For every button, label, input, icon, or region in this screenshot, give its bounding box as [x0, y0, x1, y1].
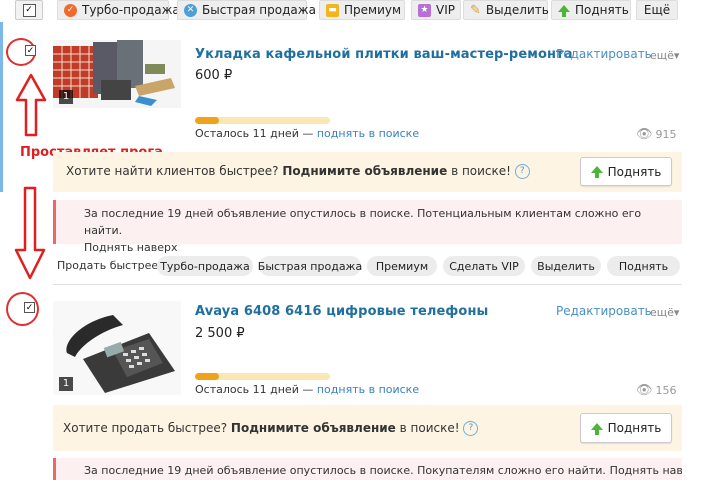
listing-1-views: 👁 915: [636, 127, 677, 142]
listing-1-photo[interactable]: 1: [53, 40, 181, 108]
more-label: ещё: [650, 306, 674, 319]
more-actions-button[interactable]: Ещё: [636, 0, 678, 20]
vip-button[interactable]: ★ VIP: [411, 0, 461, 20]
help-icon[interactable]: ?: [463, 421, 479, 436]
turbo-icon: ✓: [64, 3, 77, 17]
premium-button[interactable]: ▬ Премиум: [319, 0, 405, 20]
listing-2-warning: За последние 19 дней объявление опустило…: [53, 458, 682, 480]
listing-divider: [53, 284, 682, 285]
raise-arrow-icon: [590, 422, 603, 435]
raise-label: Поднять: [575, 3, 629, 17]
listing-1-progress-bar: [195, 117, 330, 124]
eye-icon: 👁: [636, 127, 653, 142]
page-left-accent: [0, 22, 3, 192]
help-icon[interactable]: ?: [514, 164, 530, 179]
days-left: Осталось 11 дней —: [195, 127, 314, 140]
turbo-sale-button[interactable]: ✓ Турбо-продажа: [57, 0, 180, 20]
select-all-checkbox[interactable]: ✓: [15, 0, 43, 20]
promo-text: Хотите найти клиентов быстрее? Поднимите…: [66, 164, 530, 179]
select-all-check-box[interactable]: ✓: [22, 3, 36, 17]
listing-1-price: 600 ₽: [195, 68, 233, 83]
listing-2-promo-panel: Хотите продать быстрее? Поднимите объявл…: [53, 405, 682, 451]
raise-button-label: Поднять: [607, 164, 662, 179]
promo-bold: Поднимите объявление: [230, 421, 396, 435]
pill-highlight[interactable]: Выделить: [531, 256, 601, 276]
vip-label: VIP: [436, 3, 455, 17]
views-count: 915: [655, 128, 677, 141]
listing-2-views: 👁 156: [636, 383, 677, 398]
promo-tail: в поиске!: [399, 421, 460, 435]
photo-count-badge: 1: [59, 90, 73, 104]
fast-sale-button[interactable]: ✕ Быстрая продажа: [177, 0, 316, 20]
caret-icon: ▾: [673, 49, 680, 62]
listing-1-promo-panel: Хотите найти клиентов быстрее? Поднимите…: [53, 152, 682, 192]
listing-2-title[interactable]: Avaya 6408 6416 цифровые телефоны: [195, 304, 488, 319]
days-left: Осталось 11 дней —: [195, 383, 314, 396]
premium-label: Премиум: [344, 3, 402, 17]
sell-faster-label: Продать быстрее:: [57, 259, 162, 272]
warning-text: За последние 19 дней объявление опустило…: [84, 207, 642, 237]
listing-1-warning: За последние 19 дней объявление опустило…: [53, 200, 682, 254]
raise-in-search-link[interactable]: поднять в поиске: [317, 127, 419, 140]
more-actions-label: Ещё: [643, 3, 671, 17]
listing-2-edit-link[interactable]: Редактировать: [556, 304, 652, 318]
raise-button-toolbar[interactable]: Поднять: [551, 0, 631, 20]
listing-2-checkbox[interactable]: ✓: [24, 302, 35, 313]
photo-count-badge: 1: [59, 377, 73, 391]
annotation-up-arrow: [15, 73, 47, 137]
raise-to-top-link[interactable]: Поднять наверх: [610, 464, 682, 477]
raise-arrow-icon: [558, 4, 570, 17]
promo-question: Хотите продать быстрее?: [63, 421, 228, 435]
listing-1-checkbox[interactable]: ✓: [25, 45, 36, 56]
warning-text: За последние 19 дней объявление опустило…: [84, 464, 606, 477]
listing-2-raise-button[interactable]: Поднять: [580, 413, 672, 443]
highlight-button[interactable]: ✎ Выделить: [463, 0, 549, 20]
pill-make-vip[interactable]: Сделать VIP: [443, 256, 525, 276]
raise-in-search-link[interactable]: поднять в поиске: [317, 383, 419, 396]
listing-1-title[interactable]: Укладка кафельной плитки ваш-мастер-ремо…: [195, 47, 573, 62]
turbo-sale-label: Турбо-продажа: [82, 3, 180, 17]
fast-sale-icon: ✕: [184, 3, 197, 17]
highlight-pencil-icon: ✎: [470, 2, 481, 18]
listing-2-progress-bar: [195, 373, 330, 380]
listing-1-edit-link[interactable]: Редактировать: [556, 47, 652, 61]
promo-bold: Поднимите объявление: [282, 164, 448, 178]
raise-to-top-link[interactable]: Поднять наверх: [84, 239, 682, 256]
listing-1-meta: Осталось 11 дней — поднять в поиске: [195, 127, 419, 140]
promo-tail: в поиске!: [451, 164, 511, 178]
listing-1-raise-button[interactable]: Поднять: [580, 157, 672, 186]
listing-2-progress-fill: [195, 373, 220, 380]
listing-2-price: 2 500 ₽: [195, 326, 245, 341]
vip-icon: ★: [418, 3, 431, 17]
fast-sale-label: Быстрая продажа: [202, 3, 316, 17]
more-label: ещё: [650, 49, 674, 62]
pill-premium[interactable]: Премиум: [367, 256, 437, 276]
raise-arrow-icon: [590, 166, 603, 178]
raise-button-label: Поднять: [607, 421, 662, 435]
listing-2-more-menu[interactable]: ещё▾: [650, 306, 679, 319]
annotation-down-arrow: [14, 186, 46, 280]
listing-2-meta: Осталось 11 дней — поднять в поиске: [195, 383, 419, 396]
pill-raise[interactable]: Поднять: [607, 256, 680, 276]
listing-1-more-menu[interactable]: ещё▾: [650, 49, 679, 62]
listing-2-photo[interactable]: 1: [53, 301, 181, 395]
promo-text: Хотите продать быстрее? Поднимите объявл…: [63, 421, 479, 436]
views-count: 156: [655, 384, 677, 397]
highlight-label: Выделить: [485, 3, 549, 17]
listing-1-progress-fill: [195, 117, 220, 124]
eye-icon: 👁: [636, 383, 653, 398]
caret-icon: ▾: [673, 306, 680, 319]
promo-question: Хотите найти клиентов быстрее?: [66, 164, 279, 178]
pill-turbo-sale[interactable]: Турбо-продажа: [157, 256, 253, 276]
premium-icon: ▬: [326, 3, 339, 17]
pill-fast-sale[interactable]: Быстрая продажа: [258, 256, 362, 276]
